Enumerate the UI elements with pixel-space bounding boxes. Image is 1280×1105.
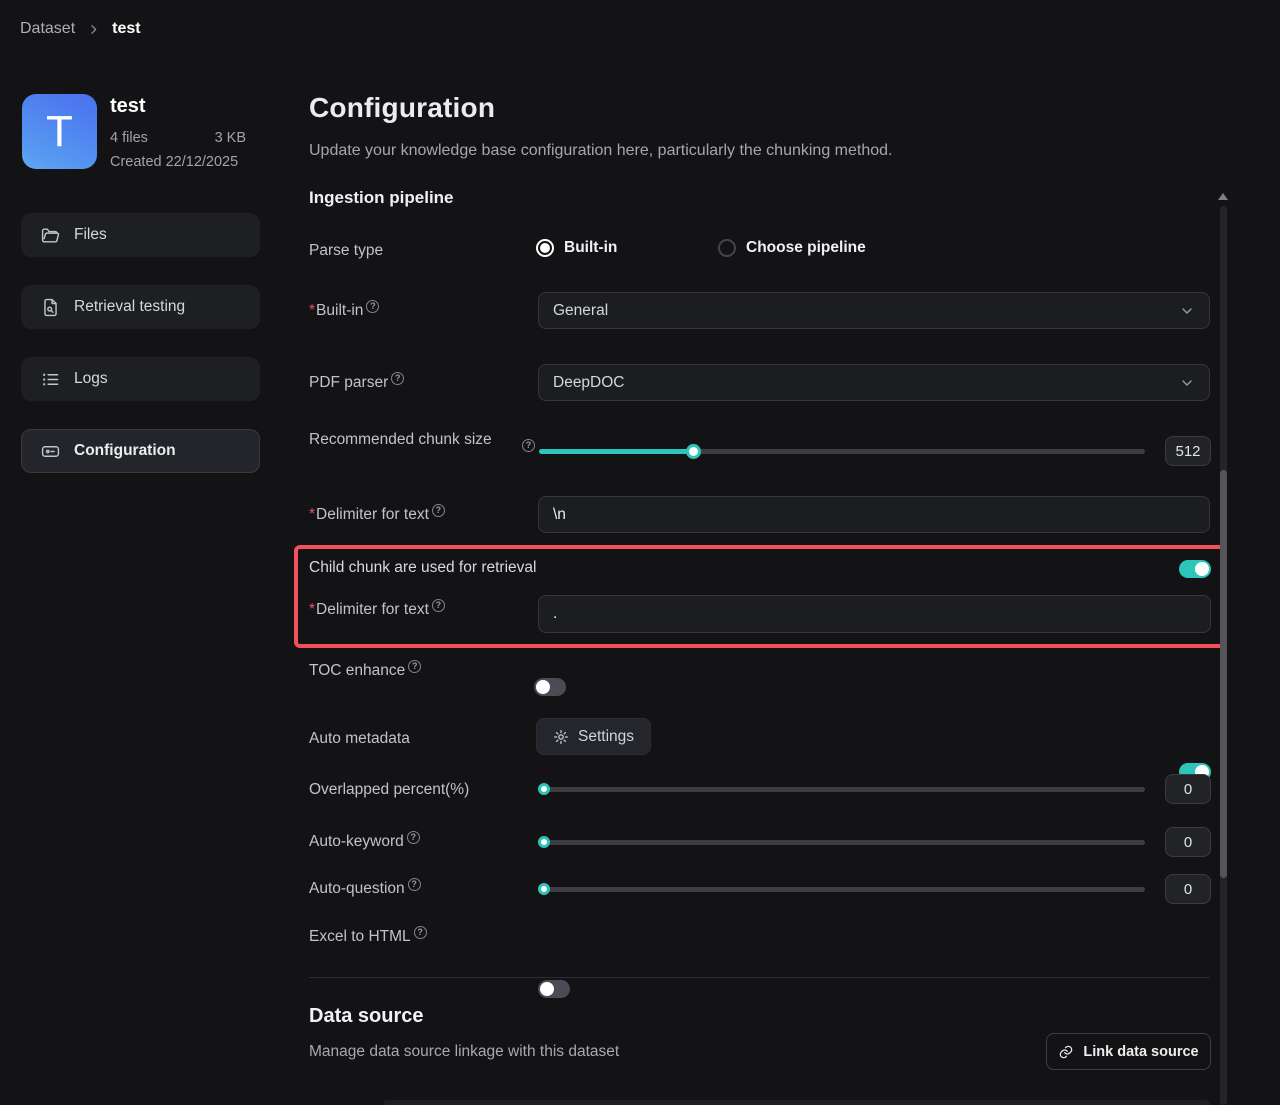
required-mark: * bbox=[309, 601, 315, 618]
link-icon bbox=[1058, 1044, 1074, 1060]
sidebar-item-label: Retrieval testing bbox=[74, 298, 185, 316]
help-icon[interactable]: ? bbox=[366, 300, 379, 313]
delimiter-input[interactable]: \n bbox=[538, 496, 1210, 533]
sidebar-item-label: Configuration bbox=[74, 442, 176, 460]
excel-to-html-label: Excel to HTML? bbox=[309, 925, 427, 949]
chevron-right-icon bbox=[87, 23, 100, 36]
dataset-created-date: Created 22/12/2025 bbox=[110, 154, 238, 170]
toc-enhance-label: TOC enhance? bbox=[309, 659, 421, 683]
slider-handle[interactable] bbox=[538, 836, 550, 848]
built-in-selected-value: General bbox=[553, 302, 608, 320]
dataset-avatar-initial: T bbox=[46, 107, 73, 157]
breadcrumb-dataset-link[interactable]: Dataset bbox=[20, 20, 75, 38]
delimiter-input-value: \n bbox=[553, 506, 566, 524]
help-icon[interactable]: ? bbox=[522, 439, 535, 452]
help-icon[interactable]: ? bbox=[408, 878, 421, 891]
breadcrumb-current: test bbox=[112, 20, 140, 38]
link-data-source-label: Link data source bbox=[1083, 1044, 1198, 1060]
child-chunk-toggle[interactable] bbox=[1179, 560, 1211, 578]
sidebar-item-label: Files bbox=[74, 226, 107, 244]
chunk-size-label: Recommended chunk size bbox=[309, 428, 499, 452]
help-icon[interactable]: ? bbox=[408, 660, 421, 673]
auto-keyword-label: Auto-keyword? bbox=[309, 830, 420, 854]
settings-button-label: Settings bbox=[578, 728, 634, 746]
breadcrumb: Dataset test bbox=[20, 20, 141, 38]
radio-built-in-label: Built-in bbox=[564, 239, 617, 257]
child-chunk-label: Child chunk are used for retrieval bbox=[309, 556, 536, 580]
sidebar-item-logs[interactable]: Logs bbox=[21, 357, 260, 401]
folder-icon bbox=[41, 226, 60, 245]
auto-keyword-value[interactable]: 0 bbox=[1165, 827, 1211, 857]
radio-choose-pipeline-label: Choose pipeline bbox=[746, 239, 866, 257]
pdf-parser-label: PDF parser? bbox=[309, 371, 404, 395]
dataset-size: 3 KB bbox=[215, 130, 246, 146]
section-title-ingestion-pipeline: Ingestion pipeline bbox=[309, 188, 454, 208]
sidebar-item-files[interactable]: Files bbox=[21, 213, 260, 257]
gear-icon bbox=[553, 729, 569, 745]
sidebar-item-configuration[interactable]: Configuration bbox=[21, 429, 260, 473]
built-in-label: *Built-in? bbox=[309, 299, 379, 323]
scrollbar-thumb[interactable] bbox=[1220, 470, 1227, 878]
overlapped-percent-label: Overlapped percent(%) bbox=[309, 778, 469, 802]
help-icon[interactable]: ? bbox=[414, 926, 427, 939]
overlapped-percent-value[interactable]: 0 bbox=[1165, 774, 1211, 804]
dataset-name: test bbox=[110, 95, 146, 118]
page-title: Configuration bbox=[309, 92, 495, 124]
chunk-size-value[interactable]: 512 bbox=[1165, 436, 1211, 466]
child-delimiter-input-value: . bbox=[553, 605, 557, 623]
auto-question-value[interactable]: 0 bbox=[1165, 874, 1211, 904]
data-source-subtitle: Manage data source linkage with this dat… bbox=[309, 1043, 619, 1061]
scrollbar-up-arrow[interactable] bbox=[1218, 193, 1228, 200]
dataset-stats: 4 files 3 KB bbox=[110, 130, 246, 146]
slider-handle[interactable] bbox=[538, 783, 550, 795]
data-source-title: Data source bbox=[309, 1005, 424, 1028]
radio-choose-pipeline[interactable]: Choose pipeline bbox=[718, 239, 866, 257]
child-delimiter-input[interactable]: . bbox=[538, 595, 1211, 633]
toc-enhance-toggle[interactable] bbox=[534, 678, 566, 696]
pdf-parser-select[interactable]: DeepDOC bbox=[538, 364, 1210, 401]
built-in-select[interactable]: General bbox=[538, 292, 1210, 329]
auto-metadata-settings-button[interactable]: Settings bbox=[536, 718, 651, 755]
auto-metadata-label: Auto metadata bbox=[309, 727, 410, 751]
sidebar-item-label: Logs bbox=[74, 370, 108, 388]
dataset-configuration-page: Dataset test T test 4 files 3 KB Created… bbox=[0, 0, 1280, 1105]
section-divider bbox=[309, 977, 1210, 978]
chevron-down-icon bbox=[1179, 375, 1195, 391]
help-icon[interactable]: ? bbox=[407, 831, 420, 844]
required-mark: * bbox=[309, 506, 315, 523]
card-settings-icon bbox=[41, 442, 60, 461]
dataset-file-count: 4 files bbox=[110, 130, 148, 146]
required-mark: * bbox=[309, 302, 315, 319]
radio-selected-icon bbox=[536, 239, 554, 257]
sidebar-item-retrieval-testing[interactable]: Retrieval testing bbox=[21, 285, 260, 329]
pdf-parser-selected-value: DeepDOC bbox=[553, 374, 625, 392]
chevron-down-icon bbox=[1179, 303, 1195, 319]
help-icon[interactable]: ? bbox=[391, 372, 404, 385]
radio-unselected-icon bbox=[718, 239, 736, 257]
child-delimiter-label: *Delimiter for text? bbox=[309, 598, 445, 622]
parse-type-label: Parse type bbox=[309, 239, 383, 263]
slider-handle[interactable] bbox=[538, 883, 550, 895]
excel-to-html-toggle[interactable] bbox=[538, 980, 570, 998]
list-icon bbox=[41, 370, 60, 389]
help-icon[interactable]: ? bbox=[432, 504, 445, 517]
delimiter-label: *Delimiter for text? bbox=[309, 503, 445, 527]
auto-question-label: Auto-question? bbox=[309, 877, 421, 901]
page-subtitle: Update your knowledge base configuration… bbox=[309, 142, 892, 160]
help-icon[interactable]: ? bbox=[432, 599, 445, 612]
radio-built-in[interactable]: Built-in bbox=[536, 239, 617, 257]
next-section-partial bbox=[383, 1100, 1210, 1105]
file-search-icon bbox=[41, 298, 60, 317]
dataset-avatar: T bbox=[22, 94, 97, 169]
link-data-source-button[interactable]: Link data source bbox=[1046, 1033, 1211, 1070]
slider-handle[interactable] bbox=[686, 444, 701, 459]
